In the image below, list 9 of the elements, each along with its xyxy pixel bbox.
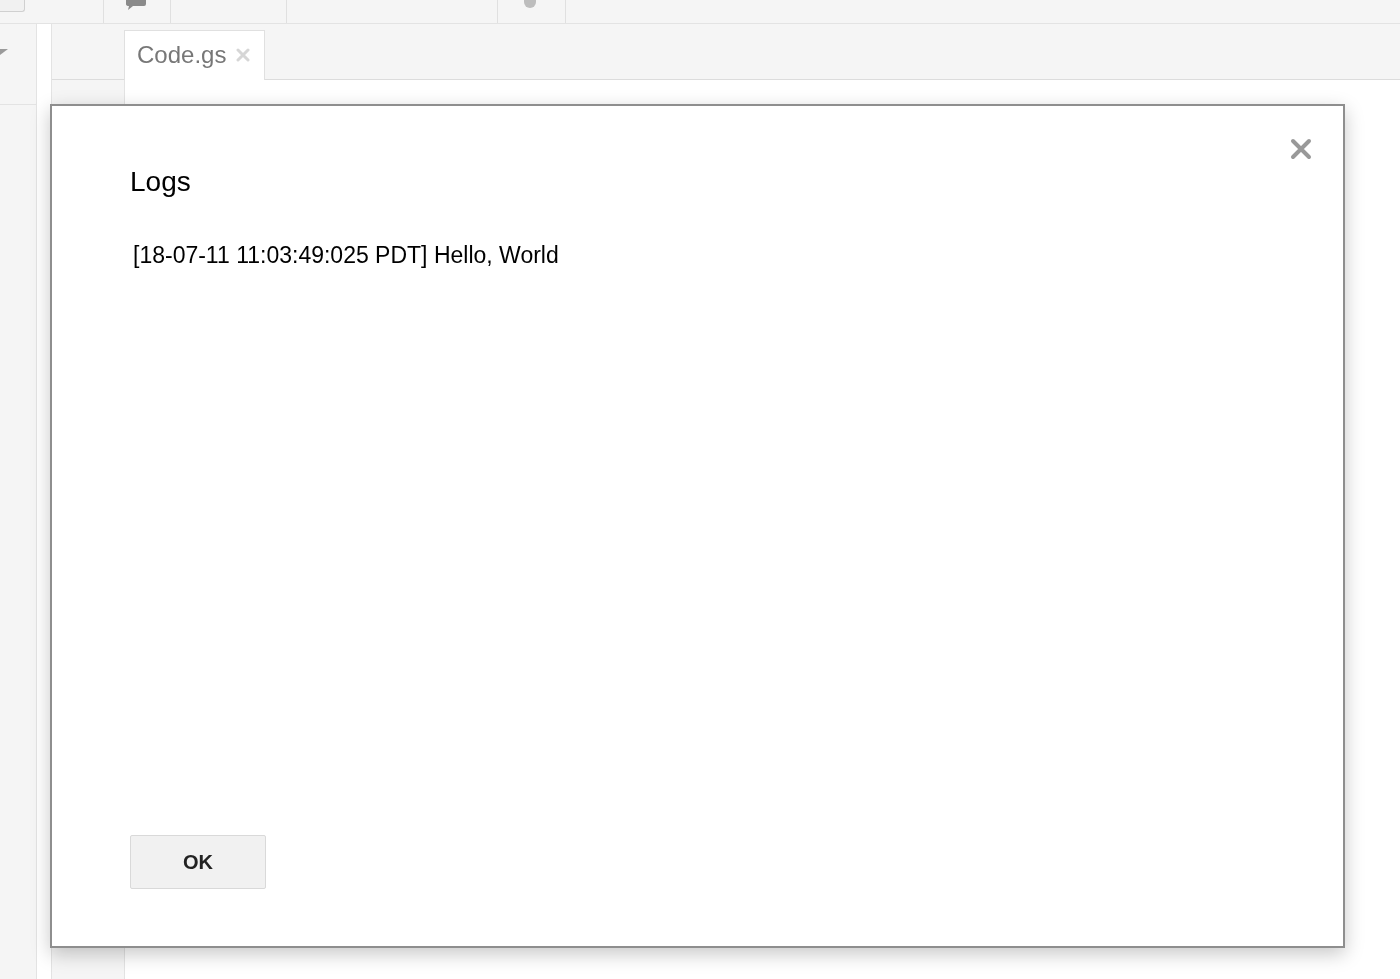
speech-bubble-icon[interactable] xyxy=(126,0,146,10)
close-icon[interactable] xyxy=(236,47,251,62)
caret-icon[interactable] xyxy=(0,49,8,55)
close-icon[interactable] xyxy=(1290,138,1312,160)
log-line: [18-07-11 11:03:49:025 PDT] Hello, World xyxy=(132,241,559,269)
toolbar-button[interactable] xyxy=(0,0,25,12)
file-tab[interactable]: Code.gs xyxy=(124,30,266,80)
dialog-title: Logs xyxy=(130,165,191,199)
ok-button[interactable]: OK xyxy=(130,835,266,889)
